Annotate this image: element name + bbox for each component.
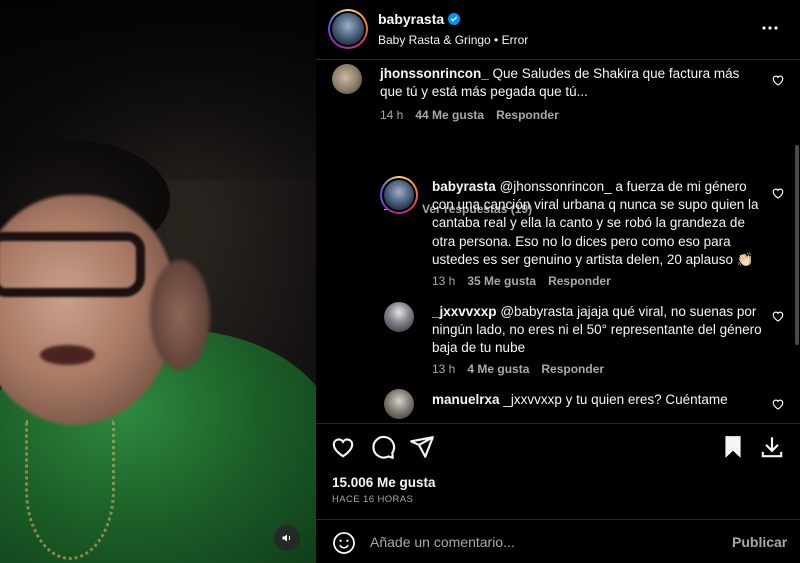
comments-list[interactable]: jhonssonrincon_ Que Saludes de Shakira q…: [316, 60, 800, 423]
reply-meta: 13 h 35 Me gusta Responder: [432, 274, 611, 288]
reply-text: babyrasta @jhonssonrincon_ a fuerza de m…: [432, 179, 759, 267]
reply-text: manuelrxa _jxxvvxxp y tu quien eres? Cué…: [432, 392, 728, 407]
reply-avatar[interactable]: [384, 302, 414, 332]
like-heart-icon[interactable]: [330, 434, 356, 460]
video-subject-mouth: [40, 345, 95, 365]
reply-time[interactable]: 13 h: [432, 362, 455, 376]
reply-button[interactable]: Responder: [496, 108, 559, 122]
author-avatar[interactable]: [328, 9, 368, 49]
comment-input[interactable]: [370, 532, 710, 552]
publish-button[interactable]: Publicar: [732, 534, 787, 550]
post-time[interactable]: HACE 16 HORAS: [332, 494, 413, 505]
reply-username[interactable]: _jxxvvxxp: [432, 304, 497, 319]
post-header: babyrasta Baby Rasta & Gringo • Error: [316, 0, 800, 60]
reply-item: babyrasta @jhonssonrincon_ a fuerza de m…: [316, 172, 800, 292]
download-icon[interactable]: [759, 434, 785, 460]
post-actions: 15.006 Me gusta HACE 16 HORAS: [316, 423, 800, 519]
comment-text: jhonssonrincon_ Que Saludes de Shakira q…: [380, 66, 740, 99]
video-subject-ear: [150, 260, 210, 370]
share-send-icon[interactable]: [409, 434, 435, 460]
comment-meta: 14 h 44 Me gusta Responder: [380, 108, 559, 122]
likes-count[interactable]: 15.006 Me gusta: [332, 475, 436, 490]
comment-username[interactable]: jhonssonrincon_: [380, 66, 489, 81]
reply-likes[interactable]: 35 Me gusta: [467, 274, 536, 288]
reply-username[interactable]: manuelrxa: [432, 392, 500, 407]
emoji-smiley-icon[interactable]: [332, 531, 356, 555]
reply-username[interactable]: babyrasta: [432, 179, 496, 194]
like-reply-icon[interactable]: [771, 186, 785, 200]
more-horizontal-icon: [762, 26, 778, 30]
reply-item: _jxxvvxxp @babyrasta jajaja qué viral, n…: [316, 300, 800, 380]
author-username[interactable]: babyrasta: [378, 11, 461, 27]
reply-item: manuelrxa _jxxvvxxp y tu quien eres? Cué…: [316, 388, 800, 423]
more-options-button[interactable]: [756, 18, 784, 38]
comment-likes[interactable]: 44 Me gusta: [415, 108, 484, 122]
video-subject-chain: [25, 420, 115, 560]
bookmark-icon[interactable]: [720, 434, 746, 460]
like-comment-icon[interactable]: [771, 73, 785, 87]
reply-avatar[interactable]: [384, 389, 414, 419]
reply-time[interactable]: 13 h: [432, 274, 455, 288]
speaker-icon: [282, 534, 291, 542]
reply-avatar[interactable]: [380, 176, 418, 214]
verified-badge-icon: [448, 13, 461, 25]
reply-likes[interactable]: 4 Me gusta: [467, 362, 529, 376]
reply-avatar-image: [384, 180, 414, 210]
author-avatar-image: [332, 13, 364, 45]
like-reply-icon[interactable]: [771, 309, 785, 323]
scrollbar-thumb[interactable]: [795, 145, 799, 345]
reply-text: _jxxvvxxp @babyrasta jajaja qué viral, n…: [432, 304, 762, 355]
video-subject-glasses: [0, 232, 145, 297]
comment-item: jhonssonrincon_ Que Saludes de Shakira q…: [316, 60, 800, 140]
reply-meta: 13 h 4 Me gusta Responder: [432, 362, 604, 376]
comment-time[interactable]: 14 h: [380, 108, 403, 122]
like-reply-icon[interactable]: [771, 397, 785, 411]
audio-toggle-button[interactable]: [274, 525, 300, 551]
post-details-panel: babyrasta Baby Rasta & Gringo • Error jh…: [316, 0, 800, 563]
reply-button[interactable]: Responder: [541, 362, 604, 376]
comments-scrollbar[interactable]: [794, 60, 800, 423]
audio-info[interactable]: Baby Rasta & Gringo • Error: [378, 33, 528, 47]
reply-button[interactable]: Responder: [548, 274, 611, 288]
commenter-avatar[interactable]: [332, 64, 362, 94]
post-video[interactable]: [0, 0, 316, 563]
comment-composer: Publicar: [316, 519, 800, 563]
comment-bubble-icon[interactable]: [370, 434, 396, 460]
